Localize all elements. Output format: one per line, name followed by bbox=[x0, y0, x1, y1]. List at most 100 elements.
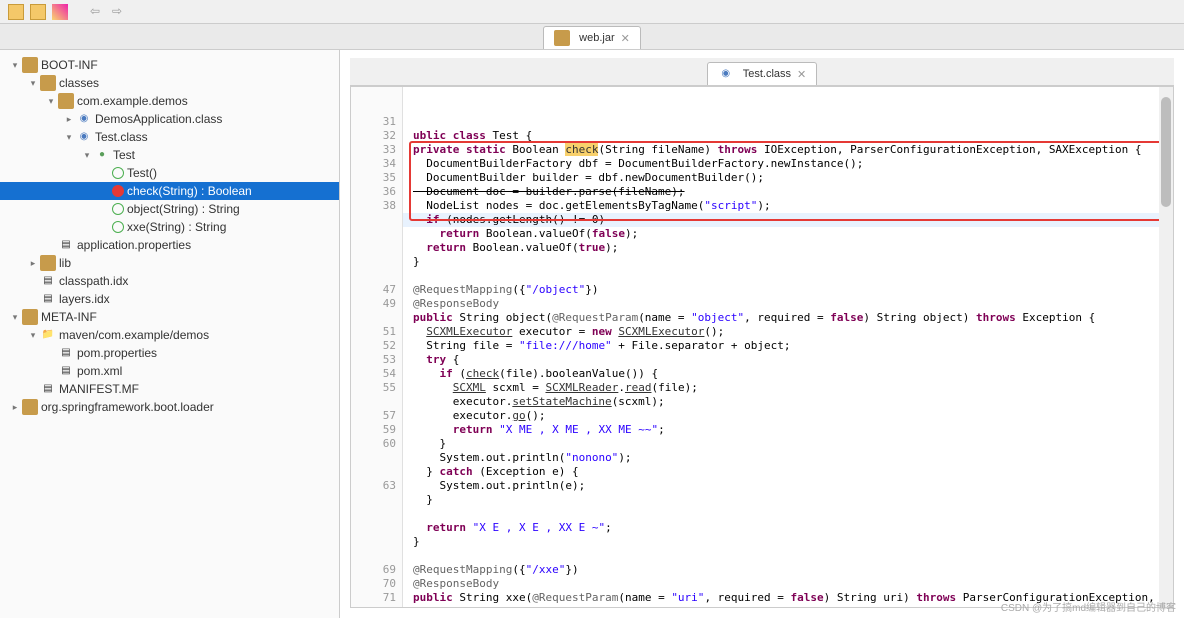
code-line[interactable]: String file = "file:///home" + File.sepa… bbox=[403, 339, 1173, 353]
close-icon[interactable]: ✕ bbox=[621, 32, 630, 45]
code-line[interactable]: public String object(@RequestParam(name … bbox=[403, 311, 1173, 325]
close-icon[interactable]: ✕ bbox=[797, 68, 806, 81]
line-gutter: ⊖⊖31323334353638⊖4749⊖51⊖525354555759606… bbox=[351, 87, 403, 608]
line-number bbox=[351, 507, 396, 521]
line-number bbox=[351, 255, 396, 269]
tree-row[interactable]: check(String) : Boolean bbox=[0, 182, 339, 200]
tree-label: check(String) : Boolean bbox=[127, 184, 252, 198]
tree-row[interactable]: Test() bbox=[0, 164, 339, 182]
line-number bbox=[351, 213, 396, 227]
code-line[interactable]: System.out.println("nonono"); bbox=[403, 451, 1173, 465]
twisty-icon[interactable]: ▾ bbox=[26, 78, 40, 89]
code-line[interactable]: ublic class Test { bbox=[403, 129, 1173, 143]
code-line[interactable] bbox=[403, 507, 1173, 521]
line-number: 60 bbox=[351, 437, 396, 451]
code-line[interactable]: } bbox=[403, 493, 1173, 507]
top-tab-strip: web.jar ✕ bbox=[0, 24, 1184, 50]
code-content[interactable]: ublic class Test {private static Boolean… bbox=[403, 87, 1173, 608]
forward-icon[interactable]: ⇨ bbox=[112, 4, 128, 20]
tree-row[interactable]: ▾BOOT-INF bbox=[0, 56, 339, 74]
code-line[interactable]: executor.go(); bbox=[403, 409, 1173, 423]
watermark: CSDN @为了搞md编辑器到自己的博客 bbox=[1001, 599, 1176, 614]
package-icon bbox=[22, 57, 38, 73]
tree-row[interactable]: ▾META-INF bbox=[0, 308, 339, 326]
line-number: 63 bbox=[351, 479, 396, 493]
code-line[interactable]: @ResponseBody bbox=[403, 297, 1173, 311]
code-line[interactable]: return Boolean.valueOf(true); bbox=[403, 241, 1173, 255]
code-line[interactable]: } bbox=[403, 437, 1173, 451]
tab-test-class[interactable]: ◉ Test.class ✕ bbox=[707, 62, 818, 85]
package-icon bbox=[40, 75, 56, 91]
tree-row[interactable]: ▾◉Test.class bbox=[0, 128, 339, 146]
code-line[interactable] bbox=[403, 549, 1173, 563]
back-icon[interactable]: ⇦ bbox=[90, 4, 106, 20]
code-line[interactable]: @RequestMapping({"/object"}) bbox=[403, 283, 1173, 297]
folder-icon[interactable] bbox=[30, 4, 46, 20]
tree-row[interactable]: ▤classpath.idx bbox=[0, 272, 339, 290]
tree-label: Test bbox=[113, 148, 135, 162]
scroll-thumb[interactable] bbox=[1161, 97, 1171, 207]
code-line[interactable]: try { bbox=[403, 353, 1173, 367]
twisty-icon[interactable]: ▾ bbox=[44, 96, 58, 107]
code-line[interactable]: } bbox=[403, 535, 1173, 549]
code-line[interactable]: } catch (Exception e) { bbox=[403, 465, 1173, 479]
twisty-icon[interactable]: ▸ bbox=[8, 402, 22, 413]
editor-tab-strip: ◉ Test.class ✕ bbox=[350, 58, 1174, 86]
tree-row[interactable]: xxe(String) : String bbox=[0, 218, 339, 236]
vertical-scrollbar[interactable] bbox=[1159, 87, 1173, 607]
tree-row[interactable]: ▤application.properties bbox=[0, 236, 339, 254]
jar-icon bbox=[554, 30, 570, 46]
line-number bbox=[351, 395, 396, 409]
code-line[interactable]: executor.setStateMachine(scxml); bbox=[403, 395, 1173, 409]
code-line[interactable]: return "X E , X E , XX E ~"; bbox=[403, 521, 1173, 535]
code-line[interactable]: @RequestMapping({"/xxe"}) bbox=[403, 563, 1173, 577]
open-icon[interactable] bbox=[8, 4, 24, 20]
tree-row[interactable]: ▤pom.properties bbox=[0, 344, 339, 362]
code-line[interactable]: System.out.println(e); bbox=[403, 479, 1173, 493]
package-icon bbox=[58, 93, 74, 109]
code-line[interactable]: SCXMLExecutor executor = new SCXMLExecut… bbox=[403, 325, 1173, 339]
tree-row[interactable]: ▾com.example.demos bbox=[0, 92, 339, 110]
twisty-icon[interactable]: ▸ bbox=[62, 114, 76, 125]
tree-row[interactable]: ▸lib bbox=[0, 254, 339, 272]
class-icon: ◉ bbox=[76, 111, 92, 127]
code-line[interactable]: if (check(file).booleanValue()) { bbox=[403, 367, 1173, 381]
tab-webjar[interactable]: web.jar ✕ bbox=[543, 26, 641, 49]
tree-row[interactable]: ▾classes bbox=[0, 74, 339, 92]
code-line[interactable]: DocumentBuilder builder = dbf.newDocumen… bbox=[403, 171, 1173, 185]
tree-row[interactable]: ▾📁maven/com.example/demos bbox=[0, 326, 339, 344]
package-explorer[interactable]: ▾BOOT-INF▾classes▾com.example.demos▸◉Dem… bbox=[0, 50, 340, 618]
code-line[interactable]: @ResponseBody bbox=[403, 577, 1173, 591]
tree-row[interactable]: ▤layers.idx bbox=[0, 290, 339, 308]
twisty-icon[interactable]: ▾ bbox=[80, 150, 94, 161]
twisty-icon[interactable]: ▾ bbox=[62, 132, 76, 143]
tree-row[interactable]: ▸◉DemosApplication.class bbox=[0, 110, 339, 128]
tree-row[interactable]: object(String) : String bbox=[0, 200, 339, 218]
twisty-icon[interactable]: ▾ bbox=[8, 312, 22, 323]
code-line[interactable]: NodeList nodes = doc.getElementsByTagNam… bbox=[403, 199, 1173, 213]
code-line[interactable]: DocumentBuilderFactory dbf = DocumentBui… bbox=[403, 157, 1173, 171]
code-line[interactable]: return "X ME , X ME , XX ME ~~"; bbox=[403, 423, 1173, 437]
line-number: 36 bbox=[351, 185, 396, 199]
code-editor[interactable]: ⊖⊖31323334353638⊖4749⊖51⊖525354555759606… bbox=[350, 86, 1174, 608]
code-line[interactable]: if (nodes.getLength() != 0) bbox=[403, 213, 1173, 227]
code-line[interactable] bbox=[403, 269, 1173, 283]
line-number: 59 bbox=[351, 423, 396, 437]
code-line[interactable]: return Boolean.valueOf(false); bbox=[403, 227, 1173, 241]
code-line[interactable]: private static Boolean check(String file… bbox=[403, 143, 1173, 157]
package-icon bbox=[22, 309, 38, 325]
line-number: ⊖ bbox=[351, 269, 396, 283]
line-number bbox=[351, 521, 396, 535]
twisty-icon[interactable]: ▾ bbox=[8, 60, 22, 71]
tree-row[interactable]: ▸org.springframework.boot.loader bbox=[0, 398, 339, 416]
code-line[interactable]: } bbox=[403, 255, 1173, 269]
code-line[interactable]: Document doc = builder.parse(fileName); bbox=[403, 185, 1173, 199]
wand-icon[interactable] bbox=[52, 4, 68, 20]
line-number: 54 bbox=[351, 367, 396, 381]
code-line[interactable]: SCXML scxml = SCXMLReader.read(file); bbox=[403, 381, 1173, 395]
twisty-icon[interactable]: ▸ bbox=[26, 258, 40, 269]
tree-row[interactable]: ▾●Test bbox=[0, 146, 339, 164]
tree-row[interactable]: ▤MANIFEST.MF bbox=[0, 380, 339, 398]
twisty-icon[interactable]: ▾ bbox=[26, 330, 40, 341]
tree-row[interactable]: ▤pom.xml bbox=[0, 362, 339, 380]
